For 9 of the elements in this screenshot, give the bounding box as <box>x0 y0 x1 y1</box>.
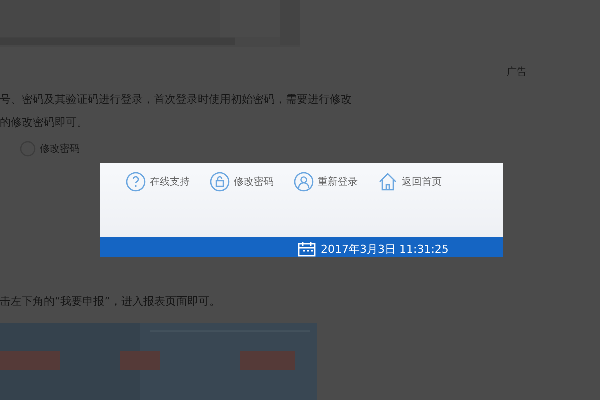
home-icon <box>378 172 398 192</box>
toolbar-link[interactable]: 在线支持 <box>126 172 190 192</box>
toolbar-link[interactable]: 重新登录 <box>294 172 358 192</box>
calendar-icon <box>298 240 316 257</box>
date-time: 2017年3月3日 11:31:25 <box>321 242 449 257</box>
toolbar-link[interactable]: 返回首页 <box>378 172 442 192</box>
user-icon <box>294 172 314 192</box>
toolbar-link[interactable]: 修改密码 <box>210 172 274 192</box>
help-icon <box>126 172 146 192</box>
